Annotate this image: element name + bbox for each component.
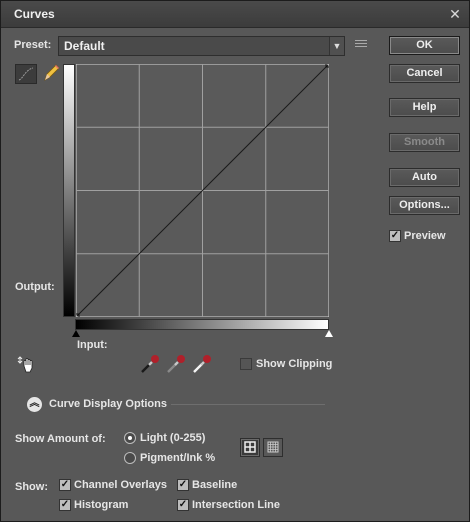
preset-label: Preset: (14, 39, 52, 51)
output-label: Output: (15, 281, 55, 293)
auto-button[interactable]: Auto (389, 168, 460, 187)
gray-eyedropper-icon[interactable] (165, 353, 187, 375)
cancel-button[interactable]: Cancel (389, 64, 460, 83)
baseline-label[interactable]: Baseline (192, 479, 237, 491)
black-eyedropper-icon[interactable] (139, 353, 161, 375)
detailed-grid-icon[interactable] (263, 438, 283, 457)
preview-checkbox[interactable]: ✓ (389, 230, 401, 242)
show-label: Show: (15, 481, 48, 493)
preview-label[interactable]: Preview (404, 230, 446, 242)
preset-dropdown[interactable]: Default ▼ (58, 36, 345, 56)
dialog-title: Curves (14, 7, 55, 21)
show-amount-label: Show Amount of: (15, 433, 106, 445)
input-gradient-bar (75, 319, 329, 330)
pigment-radio[interactable] (124, 452, 136, 464)
pencil-icon[interactable] (41, 63, 61, 83)
white-eyedropper-icon[interactable] (191, 353, 213, 375)
options-button[interactable]: Options... (389, 196, 460, 215)
smooth-button[interactable]: Smooth (389, 133, 460, 152)
preset-menu-icon[interactable] (355, 40, 367, 50)
title-bar[interactable]: Curves ✕ (1, 1, 469, 28)
hand-adjust-icon[interactable] (17, 355, 37, 373)
intersection-line-checkbox[interactable]: ✓ (177, 499, 189, 511)
curve-display-options-label[interactable]: Curve Display Options (49, 398, 167, 410)
channel-overlays-checkbox[interactable]: ✓ (59, 479, 71, 491)
light-radio[interactable] (124, 432, 136, 444)
histogram-label[interactable]: Histogram (74, 499, 128, 511)
pigment-radio-label[interactable]: Pigment/Ink % (140, 452, 215, 464)
simple-grid-icon[interactable] (240, 438, 260, 457)
ok-button[interactable]: OK (389, 36, 460, 55)
preset-value: Default (64, 39, 105, 53)
input-label: Input: (77, 339, 108, 351)
baseline-checkbox[interactable]: ✓ (177, 479, 189, 491)
curves-dialog: Curves ✕ Preset: Default ▼ Output: Input (0, 0, 470, 522)
white-point-slider[interactable] (325, 330, 333, 337)
light-radio-label[interactable]: Light (0-255) (140, 432, 205, 444)
section-divider (171, 404, 325, 405)
histogram-checkbox[interactable]: ✓ (59, 499, 71, 511)
close-icon[interactable]: ✕ (447, 6, 463, 22)
black-point-slider[interactable] (72, 330, 80, 337)
show-clipping-label[interactable]: Show Clipping (256, 358, 332, 370)
intersection-line-label[interactable]: Intersection Line (192, 499, 280, 511)
curve-tool-icon[interactable] (15, 64, 37, 84)
output-gradient-bar (63, 64, 75, 317)
curve-graph[interactable] (74, 62, 331, 319)
show-clipping-checkbox[interactable] (240, 358, 252, 370)
channel-overlays-label[interactable]: Channel Overlays (74, 479, 167, 491)
help-button[interactable]: Help (389, 98, 460, 117)
collapse-icon[interactable]: ︽ (27, 397, 42, 412)
chevron-down-icon[interactable]: ▼ (329, 37, 344, 55)
